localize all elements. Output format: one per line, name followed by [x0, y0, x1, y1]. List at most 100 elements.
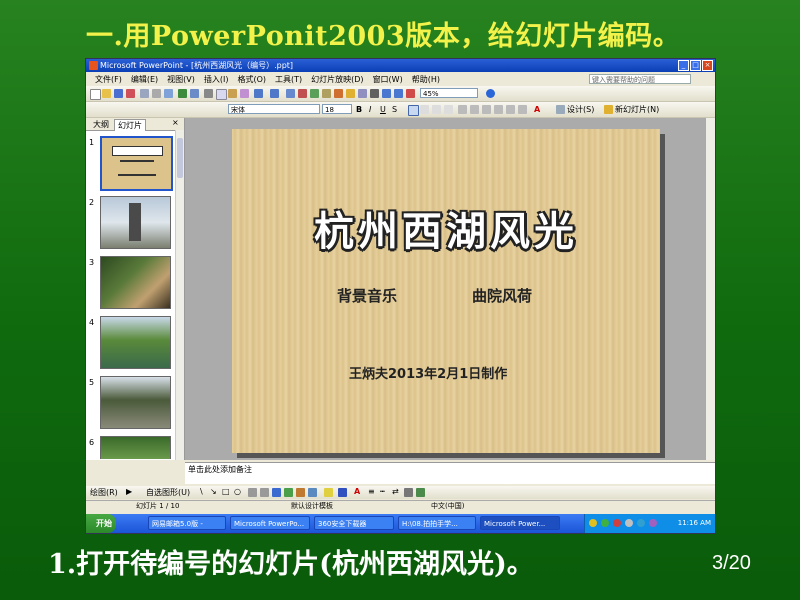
- align-right-icon[interactable]: [432, 105, 441, 114]
- slide-thumb-4[interactable]: [100, 316, 171, 369]
- tab-outline[interactable]: 大纲: [90, 119, 112, 130]
- center-icon[interactable]: [420, 105, 429, 114]
- arrow-style-icon[interactable]: ⇄: [392, 487, 399, 496]
- fill-color-icon[interactable]: [324, 488, 333, 497]
- slide-thumb-2[interactable]: [100, 196, 171, 249]
- slide-credit[interactable]: 王炳夫2013年2月1日制作: [349, 363, 507, 382]
- select-objects-icon[interactable]: ▶: [126, 487, 132, 496]
- dash-style-icon[interactable]: ┅: [380, 487, 385, 496]
- display-icon[interactable]: [406, 89, 415, 98]
- format-painter-icon[interactable]: [240, 89, 249, 98]
- numbering-icon[interactable]: [458, 105, 467, 114]
- print-icon[interactable]: [152, 89, 161, 98]
- tray-icon[interactable]: [637, 519, 645, 527]
- cut-icon[interactable]: [204, 89, 213, 98]
- align-left-icon[interactable]: [408, 105, 419, 116]
- tab-slides[interactable]: 幻灯片: [114, 119, 146, 131]
- current-slide[interactable]: 杭州西湖风光 背景音乐 曲院风荷 王炳夫2013年2月1日制作: [232, 129, 660, 453]
- slide-subtitle-music[interactable]: 背景音乐: [337, 285, 397, 306]
- underline-button[interactable]: U: [380, 104, 386, 115]
- start-button[interactable]: 开始: [86, 514, 116, 533]
- expand-icon[interactable]: [358, 89, 367, 98]
- shadow-style-icon[interactable]: [404, 488, 413, 497]
- italic-button[interactable]: I: [369, 104, 371, 115]
- tray-icon[interactable]: [613, 519, 621, 527]
- redo-icon[interactable]: [270, 89, 279, 98]
- textbox-icon[interactable]: [248, 488, 257, 497]
- picture-icon[interactable]: [308, 488, 317, 497]
- bold-button[interactable]: B: [356, 104, 362, 115]
- minimize-button[interactable]: _: [678, 60, 689, 71]
- taskbar-item[interactable]: H:\08.拍拍手学...: [398, 516, 476, 530]
- thumbs-scrollbar[interactable]: [175, 130, 184, 460]
- slide-thumb-6[interactable]: [100, 436, 171, 459]
- clipart-icon[interactable]: [296, 488, 305, 497]
- table-icon[interactable]: [322, 89, 331, 98]
- zoom-select[interactable]: 45%: [420, 88, 478, 98]
- insert-chart-icon[interactable]: [334, 89, 343, 98]
- rectangle-icon[interactable]: □: [222, 487, 230, 496]
- menu-slideshow[interactable]: 幻灯片放映(D): [311, 74, 363, 85]
- tray-icon[interactable]: [649, 519, 657, 527]
- copy-icon[interactable]: [216, 89, 227, 100]
- email-icon[interactable]: [140, 89, 149, 98]
- clock[interactable]: 11:16 AM: [678, 514, 711, 533]
- design-icon[interactable]: [556, 105, 565, 114]
- notes-pane[interactable]: 单击此处添加备注: [185, 462, 715, 484]
- draw-menu[interactable]: 绘图(R): [90, 487, 118, 498]
- new-slide-icon[interactable]: [346, 89, 355, 98]
- tray-icon[interactable]: [601, 519, 609, 527]
- diagram-icon[interactable]: [284, 488, 293, 497]
- slide-title[interactable]: 杭州西湖风光: [232, 199, 660, 257]
- oval-icon[interactable]: ○: [234, 487, 241, 496]
- line-style-icon[interactable]: ≡: [368, 487, 375, 496]
- arrow-icon[interactable]: ↘: [210, 487, 217, 496]
- new-icon[interactable]: [90, 89, 101, 100]
- line-color-icon[interactable]: [338, 488, 347, 497]
- color-grayscale-icon[interactable]: [394, 89, 403, 98]
- slide-subtitle-song[interactable]: 曲院风荷: [472, 285, 532, 306]
- menu-window[interactable]: 窗口(W): [373, 74, 403, 85]
- design-button[interactable]: 设计(S): [567, 104, 594, 115]
- bullets-icon[interactable]: [470, 105, 479, 114]
- slide-scrollbar[interactable]: [705, 118, 715, 460]
- tables-icon[interactable]: [298, 89, 307, 98]
- research-icon[interactable]: [190, 89, 199, 98]
- wordart-icon[interactable]: [272, 488, 281, 497]
- slide-thumb-3[interactable]: [100, 256, 171, 309]
- menu-file[interactable]: 文件(F): [95, 74, 122, 85]
- close-pane-icon[interactable]: ×: [172, 118, 179, 127]
- menu-format[interactable]: 格式(O): [237, 74, 266, 85]
- help-search-input[interactable]: 键入需要帮助的问题: [589, 74, 691, 84]
- taskbar-item[interactable]: 网易邮箱5.0版 -: [148, 516, 226, 530]
- show-formatting-icon[interactable]: [370, 89, 379, 98]
- slide-thumb-1[interactable]: [100, 136, 173, 191]
- maximize-button[interactable]: □: [690, 60, 701, 71]
- font-color-button[interactable]: A: [534, 104, 540, 115]
- decrease-font-icon[interactable]: [494, 105, 503, 114]
- grid-icon[interactable]: [382, 89, 391, 98]
- print-preview-icon[interactable]: [164, 89, 173, 98]
- scroll-thumb[interactable]: [177, 138, 183, 178]
- autoshapes-menu[interactable]: 自选图形(U): [146, 487, 190, 498]
- line-icon[interactable]: \: [200, 487, 203, 496]
- taskbar-item-active[interactable]: Microsoft Power...: [480, 516, 560, 530]
- slide-thumb-5[interactable]: [100, 376, 171, 429]
- 3d-style-icon[interactable]: [416, 488, 425, 497]
- chart-icon[interactable]: [310, 89, 319, 98]
- increase-font-icon[interactable]: [482, 105, 491, 114]
- close-button[interactable]: ×: [702, 60, 713, 71]
- menu-tools[interactable]: 工具(T): [275, 74, 302, 85]
- spelling-icon[interactable]: [178, 89, 187, 98]
- vertical-textbox-icon[interactable]: [260, 488, 269, 497]
- tray-icon[interactable]: [625, 519, 633, 527]
- help-icon[interactable]: [486, 89, 495, 98]
- open-icon[interactable]: [102, 89, 111, 98]
- taskbar-item[interactable]: 360安全下载器: [314, 516, 394, 530]
- new-slide-button-icon[interactable]: [604, 105, 613, 114]
- menu-insert[interactable]: 插入(I): [204, 74, 229, 85]
- font-color-icon[interactable]: A: [354, 487, 360, 496]
- shadow-button[interactable]: S: [392, 104, 397, 115]
- increase-indent-icon[interactable]: [518, 105, 527, 114]
- menu-view[interactable]: 视图(V): [167, 74, 195, 85]
